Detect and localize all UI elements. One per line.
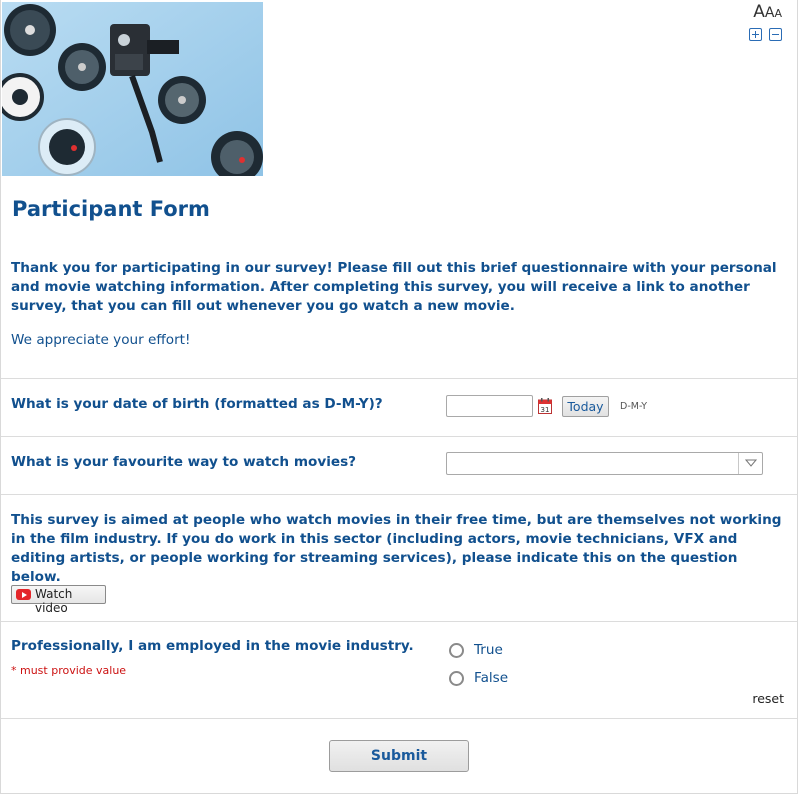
section-divider: [1, 436, 797, 437]
chevron-down-icon: [745, 459, 757, 467]
text-size-control: AAA: [740, 2, 782, 46]
decrease-text-icon[interactable]: [769, 28, 782, 41]
industry-info-text: This survey is aimed at people who watch…: [11, 512, 782, 585]
text-size-small[interactable]: A: [774, 7, 782, 20]
submit-button[interactable]: Submit: [329, 740, 469, 772]
calendar-icon[interactable]: 31: [538, 398, 552, 414]
text-size-medium[interactable]: A: [765, 5, 775, 21]
watch-video-button[interactable]: Watch video: [11, 585, 106, 615]
dob-question-label: What is your date of birth (formatted as…: [11, 396, 383, 412]
section-divider: [1, 718, 797, 719]
today-button[interactable]: Today: [562, 396, 609, 417]
section-divider: [1, 494, 797, 495]
required-note: * must provide value: [11, 664, 127, 677]
reset-link[interactable]: reset: [752, 691, 784, 706]
watch-way-question-label: What is your favourite way to watch movi…: [11, 454, 357, 470]
text-size-large[interactable]: A: [753, 2, 765, 22]
radio-true-label[interactable]: True: [474, 642, 503, 658]
intro-text: Thank you for participating in our surve…: [11, 260, 777, 314]
employed-question-label: Professionally, I am employed in the mov…: [11, 638, 414, 654]
dropdown-arrow[interactable]: [738, 453, 762, 474]
radio-false[interactable]: [449, 671, 464, 686]
radio-false-label[interactable]: False: [474, 670, 508, 686]
text-size-letters: AAA: [753, 2, 782, 22]
increase-text-icon[interactable]: [749, 28, 762, 41]
youtube-play-icon: [16, 589, 31, 600]
section-divider: [1, 378, 797, 379]
header-logo-image: [2, 2, 263, 176]
watch-video-label: Watch video: [35, 587, 73, 615]
film-reel-icon: [4, 4, 56, 56]
dob-input[interactable]: [446, 395, 533, 417]
section-divider: [1, 621, 797, 622]
page-title: Participant Form: [12, 197, 210, 221]
calendar-day-text: 31: [541, 406, 550, 414]
date-format-hint: D-M-Y: [620, 401, 648, 412]
watch-way-select[interactable]: [446, 452, 763, 475]
intro-appreciation: We appreciate your effort!: [11, 332, 191, 348]
radio-true[interactable]: [449, 643, 464, 658]
